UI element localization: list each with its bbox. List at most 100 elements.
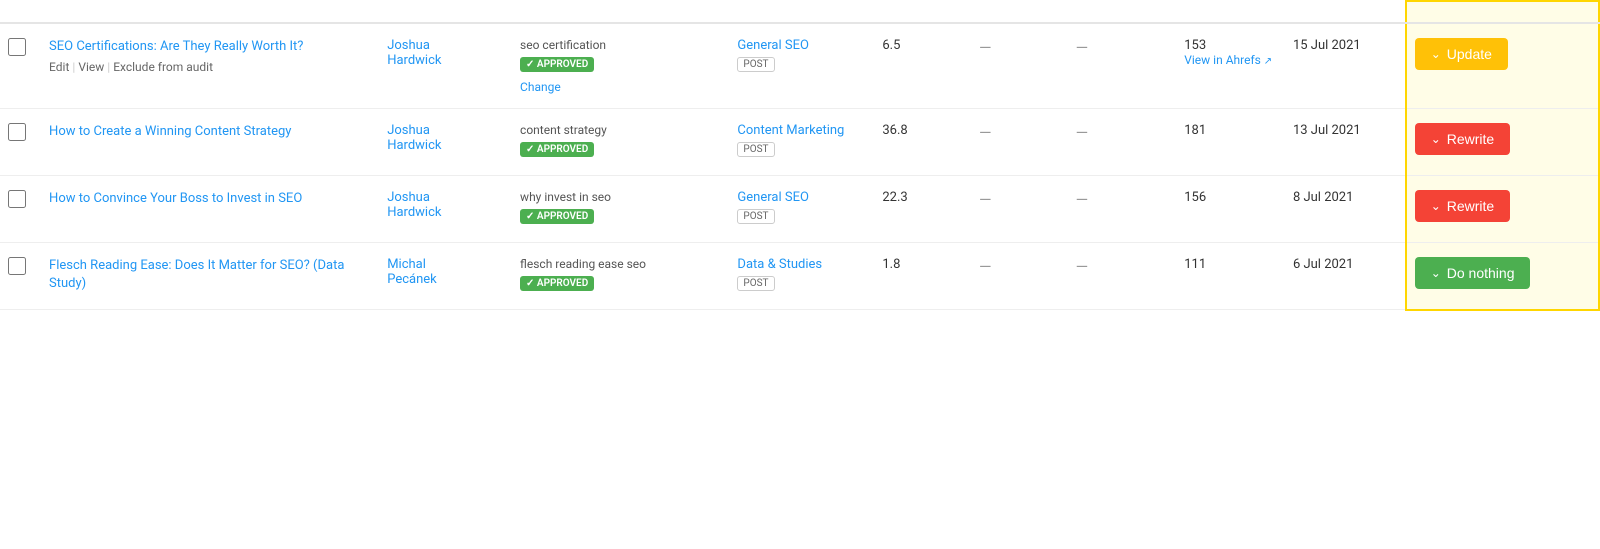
- approved-badge: ✓ APPROVED: [520, 276, 594, 291]
- suggestion-cell: ⌄ Update: [1406, 23, 1599, 109]
- author-cell: JoshuaHardwick: [379, 23, 512, 109]
- chevron-down-icon: ⌄: [1431, 132, 1441, 146]
- keyword-text: why invest in seo: [520, 190, 721, 204]
- row-checkbox-cell: [0, 176, 41, 243]
- date-value: 13 Jul 2021: [1293, 123, 1361, 138]
- suggestion-cell: ⌄ Rewrite: [1406, 176, 1599, 243]
- date-value: 6 Jul 2021: [1293, 257, 1353, 272]
- author-link[interactable]: JoshuaHardwick: [387, 123, 441, 153]
- organic-traffic-cell: —: [1068, 176, 1177, 243]
- position-value: 22.3: [882, 190, 907, 205]
- total-traffic-value: —: [979, 190, 992, 209]
- suggestion-button[interactable]: ⌄ Rewrite: [1415, 190, 1511, 222]
- backlinks-cell: 156: [1176, 176, 1285, 243]
- author-link[interactable]: MichalPecánek: [387, 257, 437, 287]
- row-checkbox[interactable]: [8, 38, 26, 56]
- content-audit-table: SEO Certifications: Are They Really Wort…: [0, 0, 1600, 311]
- date-cell: 13 Jul 2021: [1285, 109, 1406, 176]
- backlinks-value: 111: [1184, 257, 1277, 272]
- title-cell: How to Create a Winning Content Strategy: [41, 109, 379, 176]
- date-cell: 6 Jul 2021: [1285, 243, 1406, 310]
- article-title-link[interactable]: Flesch Reading Ease: Does It Matter for …: [49, 257, 371, 293]
- total-traffic-value: —: [979, 38, 992, 57]
- category-link[interactable]: Data & Studies: [737, 257, 866, 272]
- category-cell: General SEO POST: [729, 23, 874, 109]
- title-cell: SEO Certifications: Are They Really Wort…: [41, 23, 379, 109]
- row-checkbox[interactable]: [8, 190, 26, 208]
- header-total-traffic[interactable]: [971, 1, 1068, 23]
- change-keyword-link[interactable]: Change: [520, 80, 721, 94]
- chevron-down-icon: ⌄: [1431, 199, 1441, 213]
- title-actions: Edit|View|Exclude from audit: [49, 60, 371, 74]
- view-in-ahrefs-link[interactable]: View in Ahrefs ↗: [1184, 53, 1272, 67]
- suggestion-button[interactable]: ⌄ Rewrite: [1415, 123, 1511, 155]
- suggestion-button[interactable]: ⌄ Do nothing: [1415, 257, 1531, 289]
- position-value: 6.5: [882, 38, 900, 53]
- header-backlinks[interactable]: [1176, 1, 1285, 23]
- article-title-link[interactable]: SEO Certifications: Are They Really Wort…: [49, 38, 371, 56]
- backlinks-value: 153: [1184, 38, 1277, 53]
- header-suggestion: [1406, 1, 1599, 23]
- header-date: [1285, 1, 1406, 23]
- author-link[interactable]: JoshuaHardwick: [387, 38, 441, 68]
- category-cell: General SEO POST: [729, 176, 874, 243]
- table-row: How to Convince Your Boss to Invest in S…: [0, 176, 1599, 243]
- header-target-keywords[interactable]: [512, 1, 729, 23]
- date-cell: 15 Jul 2021: [1285, 23, 1406, 109]
- suggestion-cell: ⌄ Do nothing: [1406, 243, 1599, 310]
- organic-traffic-value: —: [1076, 190, 1089, 209]
- total-traffic-cell: —: [971, 176, 1068, 243]
- title-action-link[interactable]: Exclude from audit: [113, 60, 213, 74]
- backlinks-cell: 181: [1176, 109, 1285, 176]
- keyword-cell: why invest in seo ✓ APPROVED: [512, 176, 729, 243]
- row-checkbox[interactable]: [8, 257, 26, 275]
- author-cell: JoshuaHardwick: [379, 109, 512, 176]
- total-traffic-cell: —: [971, 23, 1068, 109]
- row-checkbox-cell: [0, 109, 41, 176]
- article-title-link[interactable]: How to Create a Winning Content Strategy: [49, 123, 371, 141]
- author-link[interactable]: JoshuaHardwick: [387, 190, 441, 220]
- keyword-text: seo certification: [520, 38, 721, 52]
- post-type-badge: POST: [737, 209, 774, 224]
- category-link[interactable]: General SEO: [737, 38, 866, 53]
- header-organic-traffic[interactable]: [1068, 1, 1177, 23]
- row-checkbox[interactable]: [8, 123, 26, 141]
- title-action-link[interactable]: Edit: [49, 60, 69, 74]
- keyword-text: content strategy: [520, 123, 721, 137]
- header-title[interactable]: [41, 1, 379, 23]
- header-author: [379, 1, 512, 23]
- header-categories: [729, 1, 874, 23]
- table-row: SEO Certifications: Are They Really Wort…: [0, 23, 1599, 109]
- keyword-cell: seo certification ✓ APPROVED Change: [512, 23, 729, 109]
- header-position[interactable]: [874, 1, 971, 23]
- organic-traffic-value: —: [1076, 123, 1089, 142]
- total-traffic-cell: —: [971, 109, 1068, 176]
- organic-traffic-cell: —: [1068, 109, 1177, 176]
- table-row: How to Create a Winning Content Strategy…: [0, 109, 1599, 176]
- chevron-down-icon: ⌄: [1431, 266, 1441, 280]
- suggestion-button[interactable]: ⌄ Update: [1415, 38, 1508, 70]
- category-link[interactable]: Content Marketing: [737, 123, 866, 138]
- row-checkbox-cell: [0, 23, 41, 109]
- title-action-link[interactable]: View: [78, 60, 104, 74]
- total-traffic-value: —: [979, 257, 992, 276]
- approved-badge: ✓ APPROVED: [520, 57, 594, 72]
- keyword-text: flesch reading ease seo: [520, 257, 721, 271]
- author-cell: MichalPecánek: [379, 243, 512, 310]
- date-value: 15 Jul 2021: [1293, 38, 1361, 53]
- keyword-cell: flesch reading ease seo ✓ APPROVED: [512, 243, 729, 310]
- approved-badge: ✓ APPROVED: [520, 209, 594, 224]
- title-cell: How to Convince Your Boss to Invest in S…: [41, 176, 379, 243]
- post-type-badge: POST: [737, 57, 774, 72]
- suggestion-cell: ⌄ Rewrite: [1406, 109, 1599, 176]
- article-title-link[interactable]: How to Convince Your Boss to Invest in S…: [49, 190, 371, 208]
- organic-traffic-value: —: [1076, 257, 1089, 276]
- title-cell: Flesch Reading Ease: Does It Matter for …: [41, 243, 379, 310]
- position-cell: 36.8: [874, 109, 971, 176]
- category-link[interactable]: General SEO: [737, 190, 866, 205]
- organic-traffic-value: —: [1076, 38, 1089, 57]
- header-checkbox-col: [0, 1, 41, 23]
- position-value: 36.8: [882, 123, 907, 138]
- post-type-badge: POST: [737, 142, 774, 157]
- total-traffic-value: —: [979, 123, 992, 142]
